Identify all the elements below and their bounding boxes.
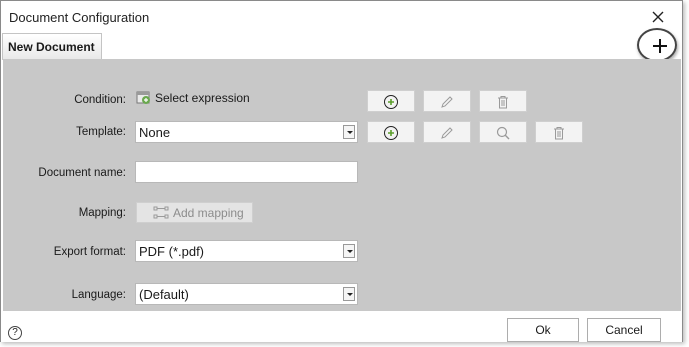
export-format-value: PDF (*.pdf) bbox=[139, 244, 205, 259]
export-format-dropdown-button[interactable] bbox=[343, 244, 355, 258]
add-mapping-button[interactable]: Add mapping bbox=[136, 202, 253, 223]
trash-icon bbox=[554, 127, 564, 140]
chevron-down-icon bbox=[347, 250, 353, 253]
chevron-down-icon bbox=[347, 131, 353, 134]
language-value: (Default) bbox=[139, 287, 189, 302]
close-button[interactable] bbox=[648, 7, 668, 27]
export-format-select[interactable]: PDF (*.pdf) bbox=[135, 240, 358, 262]
pencil-icon bbox=[441, 96, 453, 108]
condition-value: Select expression bbox=[155, 91, 250, 105]
document-name-label: Document name: bbox=[38, 167, 126, 179]
language-select[interactable]: (Default) bbox=[135, 283, 358, 305]
close-icon bbox=[652, 11, 664, 23]
export-format-label: Export format: bbox=[53, 246, 126, 258]
add-mapping-label: Add mapping bbox=[173, 206, 244, 220]
mapping-icon bbox=[153, 206, 169, 219]
add-circle-icon bbox=[384, 126, 398, 140]
template-delete-button[interactable] bbox=[535, 121, 583, 143]
dialog-footer: ? Ok Cancel bbox=[1, 312, 682, 342]
template-dropdown-button[interactable] bbox=[343, 125, 355, 139]
expression-icon bbox=[136, 91, 150, 104]
add-circle-icon bbox=[384, 95, 398, 109]
mapping-label: Mapping: bbox=[78, 207, 126, 219]
highlight-circle bbox=[637, 28, 677, 62]
magnifier-icon bbox=[496, 126, 510, 140]
tab-new-document[interactable]: New Document bbox=[2, 33, 102, 59]
condition-delete-button[interactable] bbox=[479, 90, 527, 112]
tab-bar: New Document bbox=[2, 33, 681, 60]
condition-label: Condition: bbox=[74, 94, 126, 106]
window-title: Document Configuration bbox=[9, 10, 150, 25]
tab-label: New Document bbox=[8, 40, 95, 54]
template-value: None bbox=[139, 125, 171, 140]
document-configuration-dialog: Document Configuration New Document Cond… bbox=[0, 0, 683, 342]
language-dropdown-button[interactable] bbox=[343, 287, 355, 301]
template-select[interactable]: None bbox=[135, 121, 358, 143]
title-bar: Document Configuration bbox=[1, 1, 682, 33]
cancel-button[interactable]: Cancel bbox=[587, 318, 661, 342]
language-label: Language: bbox=[71, 289, 126, 301]
template-search-button[interactable] bbox=[479, 121, 527, 143]
help-icon[interactable]: ? bbox=[8, 326, 22, 340]
document-name-input[interactable] bbox=[135, 161, 358, 183]
chevron-down-icon bbox=[347, 293, 353, 296]
trash-icon bbox=[498, 96, 508, 109]
template-add-button[interactable] bbox=[367, 121, 415, 143]
template-label: Template: bbox=[76, 126, 126, 138]
pencil-icon bbox=[441, 127, 453, 139]
template-edit-button[interactable] bbox=[423, 121, 471, 143]
condition-add-button[interactable] bbox=[367, 90, 415, 112]
condition-edit-button[interactable] bbox=[423, 90, 471, 112]
ok-button[interactable]: Ok bbox=[507, 318, 579, 342]
